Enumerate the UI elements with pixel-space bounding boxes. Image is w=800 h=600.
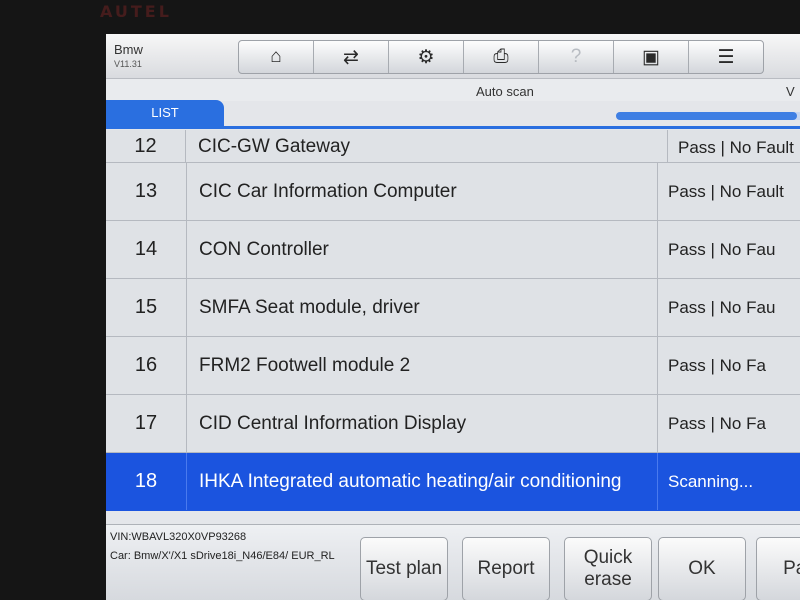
- tab-list[interactable]: LIST: [106, 100, 224, 126]
- ok-button[interactable]: OK: [658, 537, 746, 600]
- module-number: 18: [106, 453, 187, 510]
- table-row[interactable]: 16 FRM2 Footwell module 2 Pass | No Fa: [106, 337, 800, 395]
- message-icon: ☰: [717, 46, 735, 68]
- subheader: Auto scan V: [106, 79, 800, 101]
- tablet-screen: Bmw V11.31 ⌂ ⇄ ⚙ ⎙ ? ▣ ☰ Auto scan V LIS…: [106, 34, 800, 600]
- module-status: Pass | No Fau: [668, 239, 776, 259]
- save-button[interactable]: ▣: [614, 41, 689, 73]
- table-row[interactable]: 17 CID Central Information Display Pass …: [106, 395, 800, 453]
- module-status: Pass | No Fa: [668, 413, 766, 433]
- help-button[interactable]: ?: [539, 41, 614, 73]
- module-table: 12 CIC-GW Gateway Pass | No Fault 13 CIC…: [106, 130, 800, 511]
- subheader-right-text: V: [786, 84, 795, 99]
- table-row[interactable]: 12 CIC-GW Gateway Pass | No Fault: [106, 130, 800, 163]
- vehicle-swap-icon: ⇄: [343, 46, 359, 68]
- module-status: Pass | No Fa: [668, 355, 766, 375]
- help-icon: ?: [570, 46, 582, 67]
- app-title: Bmw: [114, 42, 143, 57]
- module-number: 15: [106, 279, 187, 336]
- module-name: FRM2 Footwell module 2: [187, 337, 658, 394]
- module-status: Pass | No Fault: [668, 181, 784, 201]
- settings-gear-icon: ⚙: [417, 46, 435, 68]
- table-row-selected[interactable]: 18 IHKA Integrated automatic heating/air…: [106, 453, 800, 511]
- scan-progress-fill: [616, 112, 797, 120]
- vin-label: VIN:WBAVL320X0VP93268: [110, 531, 247, 543]
- pause-button[interactable]: Pau: [756, 537, 800, 600]
- print-button[interactable]: ⎙: [464, 41, 539, 73]
- page-title: Auto scan: [476, 84, 534, 99]
- home-icon: ⌂: [270, 46, 282, 67]
- module-number: 14: [106, 221, 187, 278]
- module-number: 17: [106, 395, 187, 452]
- report-button[interactable]: Report: [462, 537, 550, 600]
- save-icon: ▣: [642, 46, 660, 68]
- module-number: 13: [106, 163, 187, 220]
- top-toolbar-bar: Bmw V11.31 ⌂ ⇄ ⚙ ⎙ ? ▣ ☰: [106, 34, 800, 79]
- module-name: SMFA Seat module, driver: [187, 279, 658, 336]
- table-row[interactable]: 15 SMFA Seat module, driver Pass | No Fa…: [106, 279, 800, 337]
- table-row[interactable]: 14 CON Controller Pass | No Fau: [106, 221, 800, 279]
- car-label: Car: Bmw/X'/X1 sDrive18i_N46/E84/ EUR_RL: [110, 550, 335, 562]
- settings-button[interactable]: ⚙: [389, 41, 464, 73]
- module-name: IHKA Integrated automatic heating/air co…: [187, 453, 658, 510]
- table-row[interactable]: 13 CIC Car Information Computer Pass | N…: [106, 163, 800, 221]
- module-number: 12: [106, 130, 186, 162]
- module-status: Pass | No Fau: [668, 297, 776, 317]
- printer-icon: ⎙: [493, 46, 509, 67]
- module-name: CIC Car Information Computer: [187, 163, 658, 220]
- app-version: V11.31: [114, 59, 142, 69]
- message-button[interactable]: ☰: [689, 41, 763, 73]
- module-status: Scanning...: [668, 471, 754, 491]
- tab-underline: [106, 126, 800, 129]
- module-name: CID Central Information Display: [187, 395, 658, 452]
- module-name: CIC-GW Gateway: [186, 130, 668, 162]
- module-status: Pass | No Fault: [678, 138, 794, 157]
- quick-erase-button[interactable]: Quick erase: [564, 537, 652, 600]
- test-plan-button[interactable]: Test plan: [360, 537, 448, 600]
- module-name: CON Controller: [187, 221, 658, 278]
- module-number: 16: [106, 337, 187, 394]
- toolbar: ⌂ ⇄ ⚙ ⎙ ? ▣ ☰: [238, 40, 764, 74]
- bottom-bar: VIN:WBAVL320X0VP93268 Car: Bmw/X'/X1 sDr…: [106, 524, 800, 600]
- device-brand-logo: AUTEL: [100, 2, 172, 21]
- vehicle-swap-button[interactable]: ⇄: [314, 41, 389, 73]
- home-button[interactable]: ⌂: [239, 41, 314, 73]
- scan-progress-bar: [616, 112, 800, 120]
